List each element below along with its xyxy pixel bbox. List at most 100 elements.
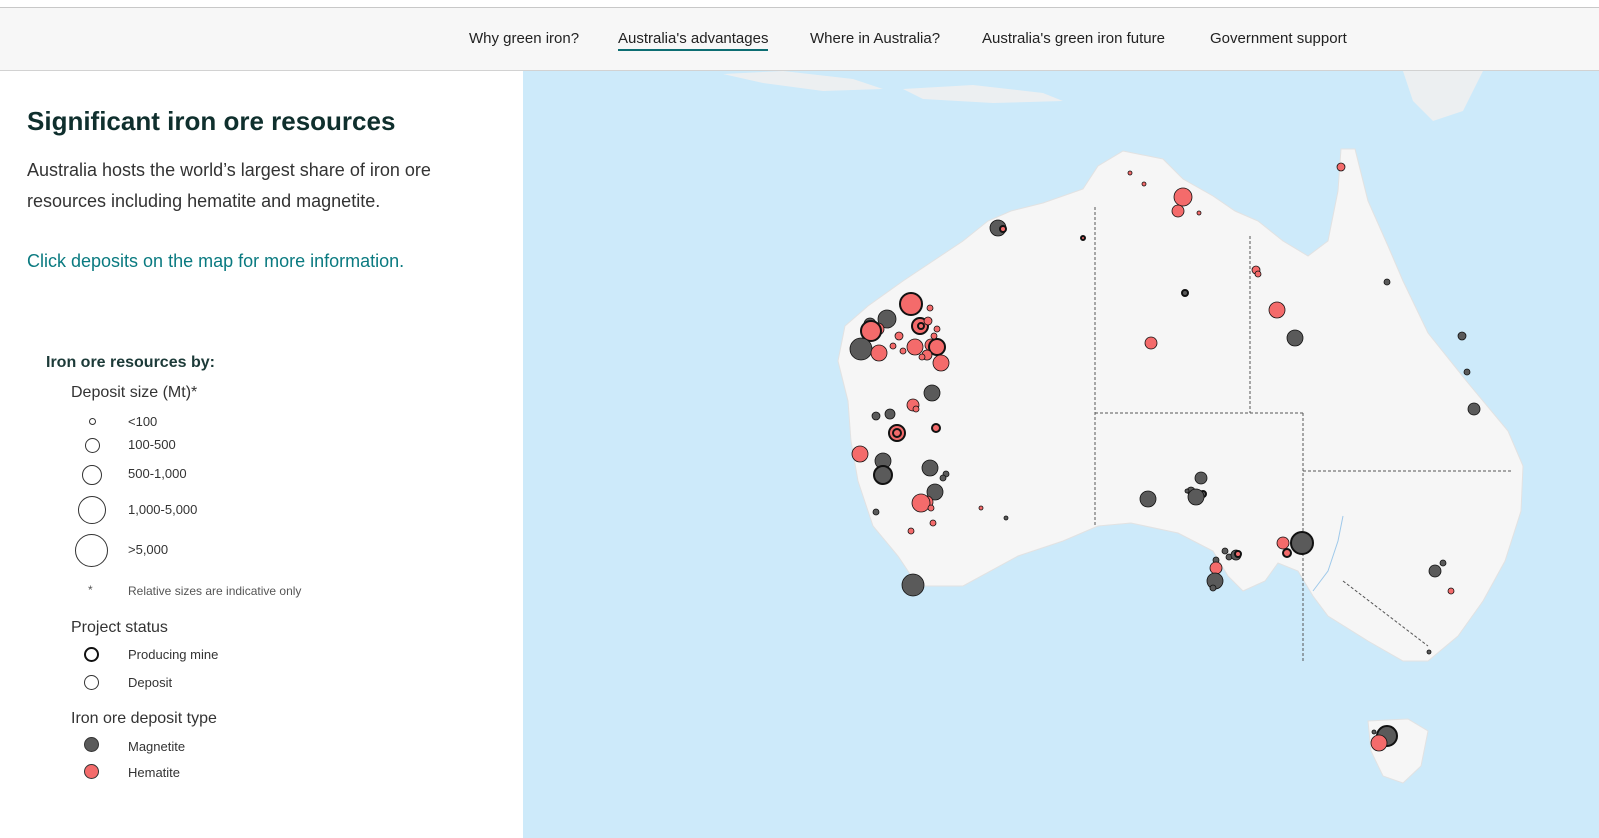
magnetite-deposit-marker[interactable]: [1457, 331, 1467, 341]
magnetite-deposit-marker[interactable]: [1221, 547, 1229, 555]
producing-mine-symbol: [84, 647, 99, 662]
magnetite-deposit-marker[interactable]: [1209, 584, 1217, 592]
magnetite-deposit-marker[interactable]: [939, 474, 947, 482]
hematite-deposit-marker[interactable]: [899, 347, 907, 355]
size-note: Relative sizes are indicative only: [128, 584, 302, 598]
hematite-deposit-marker[interactable]: [918, 353, 926, 361]
legend-type-title: Iron ore deposit type: [71, 710, 217, 727]
hematite-deposit-marker[interactable]: [911, 493, 931, 513]
hematite-deposit-marker[interactable]: [1268, 301, 1286, 319]
nav-why-green-iron[interactable]: Why green iron?: [469, 30, 579, 47]
magnetite-deposit-marker[interactable]: [1428, 564, 1442, 578]
magnetite-deposit-marker[interactable]: [1439, 559, 1447, 567]
size-label-500-1000: 500-1,000: [128, 466, 187, 481]
northern-islands: [723, 71, 1483, 121]
hematite-deposit-marker[interactable]: [931, 423, 941, 433]
top-navigation: Why green iron? Australia's advantages W…: [0, 8, 1599, 71]
hematite-deposit-marker[interactable]: [870, 344, 888, 362]
map-canvas: [723, 71, 1524, 784]
hematite-deposit-marker[interactable]: [1196, 210, 1202, 216]
magnetite-deposit-marker[interactable]: [1187, 488, 1205, 506]
hematite-deposit-marker[interactable]: [1209, 561, 1223, 575]
magnetite-deposit-marker[interactable]: [921, 459, 939, 477]
hematite-deposit-marker[interactable]: [1234, 550, 1242, 558]
australia-landmass: [837, 148, 1524, 662]
legend-heading: Iron ore resources by:: [46, 354, 215, 371]
info-sidebar: Significant iron ore resources Australia…: [0, 71, 523, 838]
hematite-deposit-marker[interactable]: [1282, 548, 1292, 558]
hematite-deposit-marker[interactable]: [927, 504, 935, 512]
nav-where-in-australia[interactable]: Where in Australia?: [810, 30, 940, 47]
hematite-deposit-marker[interactable]: [1127, 170, 1133, 176]
hematite-deposit-marker[interactable]: [1370, 734, 1388, 752]
hematite-deposit-marker[interactable]: [978, 505, 984, 511]
legend-status-title: Project status: [71, 619, 168, 636]
hematite-deposit-marker[interactable]: [1447, 587, 1455, 595]
nav-government-support[interactable]: Government support: [1210, 30, 1347, 47]
size-500-1000-symbol: [82, 465, 102, 485]
status-label-deposit: Deposit: [128, 675, 173, 690]
hematite-deposit-marker[interactable]: [999, 225, 1007, 233]
hematite-deposit-marker[interactable]: [933, 325, 941, 333]
hematite-deposit-marker[interactable]: [907, 527, 915, 535]
hematite-deposit-marker[interactable]: [851, 445, 869, 463]
size-1000-5000-symbol: [78, 496, 106, 524]
hematite-deposit-marker[interactable]: [1336, 162, 1346, 172]
hematite-deposit-marker[interactable]: [1144, 336, 1158, 350]
magnetite-deposit-marker[interactable]: [1426, 649, 1432, 655]
hematite-swatch: [84, 764, 99, 779]
note-asterisk: *: [88, 583, 93, 597]
size-gt5000-symbol: [75, 534, 108, 567]
magnetite-deposit-marker[interactable]: [871, 411, 881, 421]
hematite-deposit-marker[interactable]: [912, 405, 920, 413]
hematite-deposit-marker[interactable]: [929, 519, 937, 527]
type-label-magnetite: Magnetite: [128, 739, 186, 754]
hematite-deposit-marker[interactable]: [930, 332, 938, 340]
magnetite-swatch: [84, 737, 99, 752]
hematite-deposit-marker[interactable]: [1080, 235, 1086, 241]
size-label-lt100: <100: [128, 414, 158, 429]
magnetite-deposit-marker[interactable]: [1181, 289, 1189, 297]
deposit-symbol: [84, 675, 99, 690]
hematite-deposit-marker[interactable]: [906, 338, 924, 356]
nav-green-iron-future[interactable]: Australia's green iron future: [982, 30, 1165, 47]
magnetite-deposit-marker[interactable]: [1003, 515, 1009, 521]
hematite-deposit-marker[interactable]: [1254, 270, 1262, 278]
magnetite-deposit-marker[interactable]: [884, 408, 896, 420]
magnetite-deposit-marker[interactable]: [1290, 531, 1314, 555]
hematite-deposit-marker[interactable]: [1173, 187, 1193, 207]
hematite-deposit-marker[interactable]: [899, 292, 923, 316]
hematite-deposit-marker[interactable]: [894, 331, 904, 341]
top-border: [0, 0, 1599, 8]
magnetite-deposit-marker[interactable]: [901, 573, 925, 597]
magnetite-deposit-marker[interactable]: [873, 465, 893, 485]
hematite-deposit-marker[interactable]: [1141, 181, 1147, 187]
hematite-deposit-marker[interactable]: [932, 354, 950, 372]
hematite-deposit-marker[interactable]: [892, 428, 902, 438]
nav-australias-advantages[interactable]: Australia's advantages: [618, 30, 769, 51]
hematite-deposit-marker[interactable]: [917, 322, 925, 330]
hematite-deposit-marker[interactable]: [1276, 536, 1290, 550]
hematite-deposit-marker[interactable]: [860, 320, 882, 342]
magnetite-deposit-marker[interactable]: [1139, 490, 1157, 508]
magnetite-deposit-marker[interactable]: [1383, 278, 1391, 286]
magnetite-deposit-marker[interactable]: [1184, 488, 1190, 494]
magnetite-deposit-marker[interactable]: [1194, 471, 1208, 485]
size-lt100-symbol: [89, 418, 96, 425]
magnetite-deposit-marker[interactable]: [1463, 368, 1471, 376]
magnetite-deposit-marker[interactable]: [1467, 402, 1481, 416]
hematite-deposit-marker[interactable]: [889, 342, 897, 350]
legend-size-title: Deposit size (Mt)*: [71, 384, 198, 401]
magnetite-deposit-marker[interactable]: [1371, 729, 1377, 735]
map-legend: Iron ore resources by: Deposit size (Mt)…: [0, 71, 523, 838]
magnetite-deposit-marker[interactable]: [1286, 329, 1304, 347]
magnetite-deposit-marker[interactable]: [923, 384, 941, 402]
size-label-100-500: 100-500: [128, 437, 176, 452]
hematite-deposit-marker[interactable]: [923, 316, 933, 326]
hematite-deposit-marker[interactable]: [1171, 204, 1185, 218]
hematite-deposit-marker[interactable]: [926, 304, 934, 312]
magnetite-deposit-marker[interactable]: [849, 337, 873, 361]
magnetite-deposit-marker[interactable]: [872, 508, 880, 516]
deposit-map[interactable]: [523, 71, 1599, 838]
status-label-producing: Producing mine: [128, 647, 219, 662]
